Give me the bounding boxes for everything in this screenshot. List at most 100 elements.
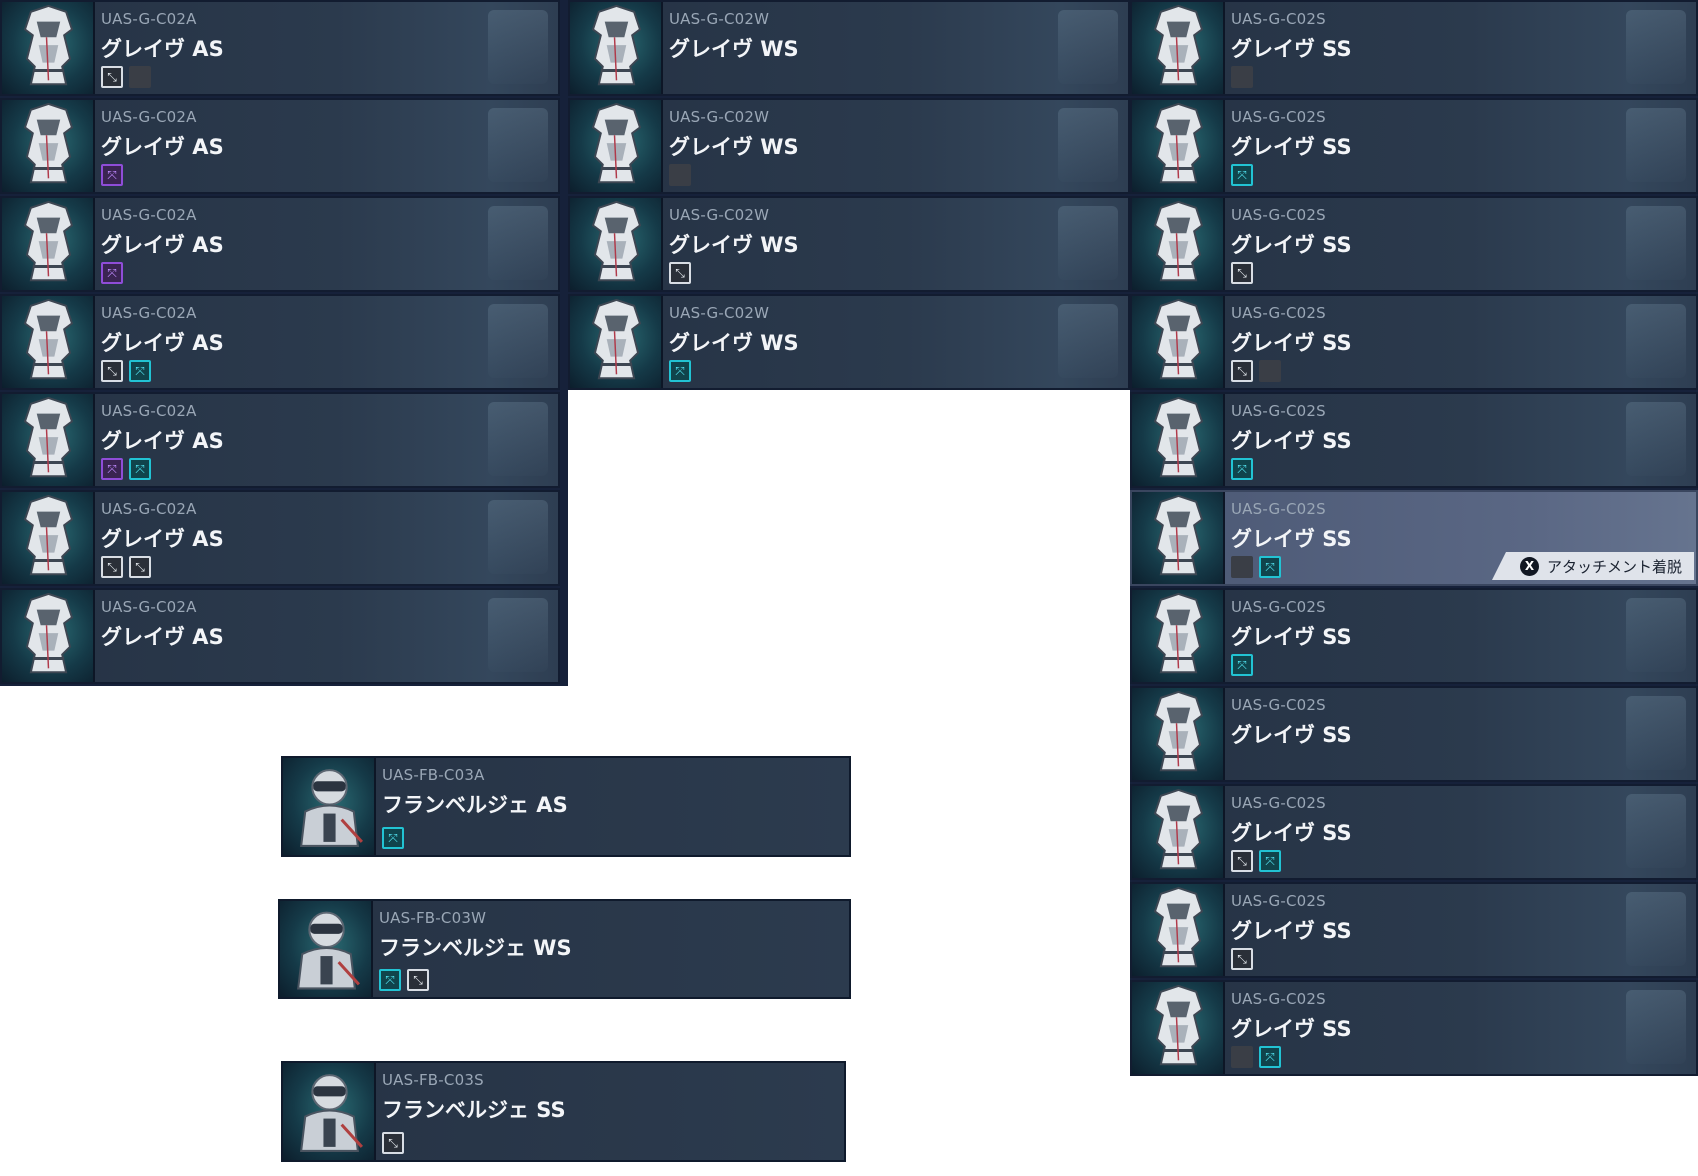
equipment-card[interactable]: UAS-G-C02S グレイヴ SS ⤧ — [1130, 588, 1698, 684]
equipment-name: グレイヴ SS — [1231, 723, 1352, 747]
equipment-code: UAS-G-C02S — [1231, 892, 1326, 910]
equipment-card[interactable]: UAS-G-C02S グレイヴ SS ⤧ — [1130, 98, 1698, 194]
equipment-card[interactable]: UAS-FB-C03S フランベルジェ SS ⤡ — [281, 1061, 846, 1162]
equipment-card[interactable]: UAS-G-C02W グレイヴ WS — [568, 98, 1130, 194]
flamberge-armor-icon — [300, 1074, 363, 1152]
equipment-card[interactable]: UAS-G-C02S グレイヴ SS ⤡ ⤧ — [1130, 784, 1698, 880]
grave-armor-icon — [591, 298, 642, 380]
white-attachment-icon: ⤡ — [669, 262, 691, 284]
equipment-name: グレイヴ SS — [1231, 919, 1352, 943]
white-attachment-icon: ⤡ — [407, 969, 429, 991]
equipment-thumbnail — [2, 590, 95, 682]
equipment-card[interactable]: UAS-G-C02A グレイヴ AS ⤧ ⤧ — [0, 392, 560, 488]
card-background-emblem — [1626, 892, 1686, 966]
equipment-card[interactable]: UAS-G-C02S グレイヴ SS ⤡ — [1130, 294, 1698, 390]
solo-card-flamberge-ws: UAS-FB-C03W フランベルジェ WS ⤧ ⤡ — [278, 899, 851, 999]
card-background-emblem — [1058, 206, 1118, 280]
grave-armor-icon — [23, 494, 74, 576]
equipment-card-selected[interactable]: UAS-G-C02S グレイヴ SS ⤧ X アタッチメント着脱 — [1130, 490, 1698, 586]
grave-armor-icon — [1153, 690, 1204, 772]
grave-armor-icon — [1153, 984, 1204, 1066]
equipment-card[interactable]: UAS-G-C02S グレイヴ SS ⤧ — [1130, 980, 1698, 1076]
attachment-slots: ⤡ — [1231, 360, 1281, 382]
equipment-thumbnail — [283, 758, 376, 855]
attachment-slots: ⤡ ⤧ — [101, 360, 151, 382]
white-attachment-icon: ⤡ — [382, 1132, 404, 1154]
card-background-emblem — [1626, 10, 1686, 84]
equipment-code: UAS-G-C02W — [669, 10, 770, 28]
card-background-emblem — [1626, 108, 1686, 182]
solo-card-flamberge-ss: UAS-FB-C03S フランベルジェ SS ⤡ — [281, 1061, 846, 1162]
equipment-card[interactable]: UAS-G-C02A グレイヴ AS ⤧ — [0, 196, 560, 292]
equipment-thumbnail — [1132, 394, 1225, 486]
equipment-thumbnail — [1132, 590, 1225, 682]
equipment-card[interactable]: UAS-G-C02A グレイヴ AS — [0, 588, 560, 684]
cyan-attachment-icon: ⤧ — [1259, 850, 1281, 872]
equipment-name: フランベルジェ AS — [382, 793, 568, 817]
grave-armor-icon — [1153, 4, 1204, 86]
attachment-slots: ⤡ ⤡ — [101, 556, 151, 578]
equipment-thumbnail — [1132, 982, 1225, 1074]
attachment-toggle-hint[interactable]: X アタッチメント着脱 — [1491, 552, 1694, 580]
grave-armor-icon — [591, 200, 642, 282]
column-ws: UAS-G-C02W グレイヴ WS UAS-G-C02W グレイヴ WS UAS-G-… — [568, 0, 1130, 390]
equipment-code: UAS-G-C02A — [101, 402, 197, 420]
empty-slot-icon — [1231, 1046, 1253, 1068]
cyan-attachment-icon: ⤧ — [1259, 556, 1281, 578]
equipment-card[interactable]: UAS-G-C02S グレイヴ SS — [1130, 0, 1698, 96]
cyan-attachment-icon: ⤧ — [1231, 654, 1253, 676]
empty-slot-icon — [129, 66, 151, 88]
grave-armor-icon — [591, 4, 642, 86]
equipment-thumbnail — [280, 901, 373, 997]
attachment-slots: ⤧ — [1231, 654, 1253, 676]
equipment-card[interactable]: UAS-FB-C03A フランベルジェ AS ⤧ — [281, 756, 851, 857]
purple-attachment-icon: ⤧ — [101, 164, 123, 186]
equipment-name: グレイヴ SS — [1231, 821, 1352, 845]
equipment-card[interactable]: UAS-G-C02W グレイヴ WS ⤡ — [568, 196, 1130, 292]
equipment-name: グレイヴ WS — [669, 233, 799, 257]
card-background-emblem — [1626, 696, 1686, 770]
equipment-thumbnail — [2, 492, 95, 584]
equipment-card[interactable]: UAS-G-C02W グレイヴ WS ⤧ — [568, 294, 1130, 390]
empty-slot-icon — [669, 164, 691, 186]
equipment-thumbnail — [1132, 786, 1225, 878]
equipment-card[interactable]: UAS-G-C02S グレイヴ SS — [1130, 686, 1698, 782]
equipment-card[interactable]: UAS-G-C02A グレイヴ AS ⤡ ⤡ — [0, 490, 560, 586]
equipment-card[interactable]: UAS-G-C02W グレイヴ WS — [568, 0, 1130, 96]
equipment-card[interactable]: UAS-FB-C03W フランベルジェ WS ⤧ ⤡ — [278, 899, 851, 999]
equipment-card[interactable]: UAS-G-C02A グレイヴ AS ⤡ ⤧ — [0, 294, 560, 390]
grave-armor-icon — [23, 592, 74, 674]
equipment-name: グレイヴ SS — [1231, 233, 1352, 257]
equipment-thumbnail — [1132, 492, 1225, 584]
equipment-card[interactable]: UAS-G-C02S グレイヴ SS ⤡ — [1130, 196, 1698, 292]
x-button-icon: X — [1519, 556, 1539, 576]
equipment-thumbnail — [570, 296, 663, 388]
equipment-card[interactable]: UAS-G-C02S グレイヴ SS ⤧ — [1130, 392, 1698, 488]
attachment-slots — [1231, 66, 1253, 88]
equipment-name: フランベルジェ SS — [382, 1098, 566, 1122]
equipment-card[interactable]: UAS-G-C02S グレイヴ SS ⤡ — [1130, 882, 1698, 978]
equipment-card[interactable]: UAS-G-C02A グレイヴ AS ⤡ — [0, 0, 560, 96]
empty-slot-icon — [1231, 556, 1253, 578]
attachment-slots: ⤧ — [1231, 556, 1281, 578]
equipment-thumbnail — [2, 296, 95, 388]
equipment-code: UAS-G-C02A — [101, 206, 197, 224]
equipment-code: UAS-G-C02S — [1231, 500, 1326, 518]
card-background-emblem — [1626, 304, 1686, 378]
cyan-attachment-icon: ⤧ — [129, 360, 151, 382]
white-attachment-icon: ⤡ — [129, 556, 151, 578]
white-attachment-icon: ⤡ — [101, 556, 123, 578]
equipment-name: グレイヴ SS — [1231, 1017, 1352, 1041]
equipment-thumbnail — [1132, 884, 1225, 976]
equipment-thumbnail — [570, 100, 663, 192]
solo-card-flamberge-as: UAS-FB-C03A フランベルジェ AS ⤧ — [281, 756, 851, 857]
equipment-thumbnail — [2, 2, 95, 94]
equipment-card[interactable]: UAS-G-C02A グレイヴ AS ⤧ — [0, 98, 560, 194]
card-background-emblem — [1058, 10, 1118, 84]
equipment-name: グレイヴ WS — [669, 331, 799, 355]
equipment-name: グレイヴ WS — [669, 37, 799, 61]
white-attachment-icon: ⤡ — [101, 66, 123, 88]
grave-armor-icon — [1153, 788, 1204, 870]
equipment-name: グレイヴ SS — [1231, 527, 1352, 551]
equipment-code: UAS-FB-C03A — [382, 766, 485, 784]
